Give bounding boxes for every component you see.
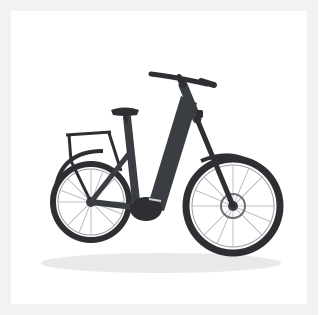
product-photo — [11, 11, 307, 304]
handlebar — [148, 71, 217, 88]
headlight — [196, 110, 203, 118]
bike-frame — [88, 80, 202, 221]
e-bike-illustration — [41, 71, 284, 273]
saddle — [111, 107, 139, 124]
ground-shadow — [41, 253, 281, 273]
